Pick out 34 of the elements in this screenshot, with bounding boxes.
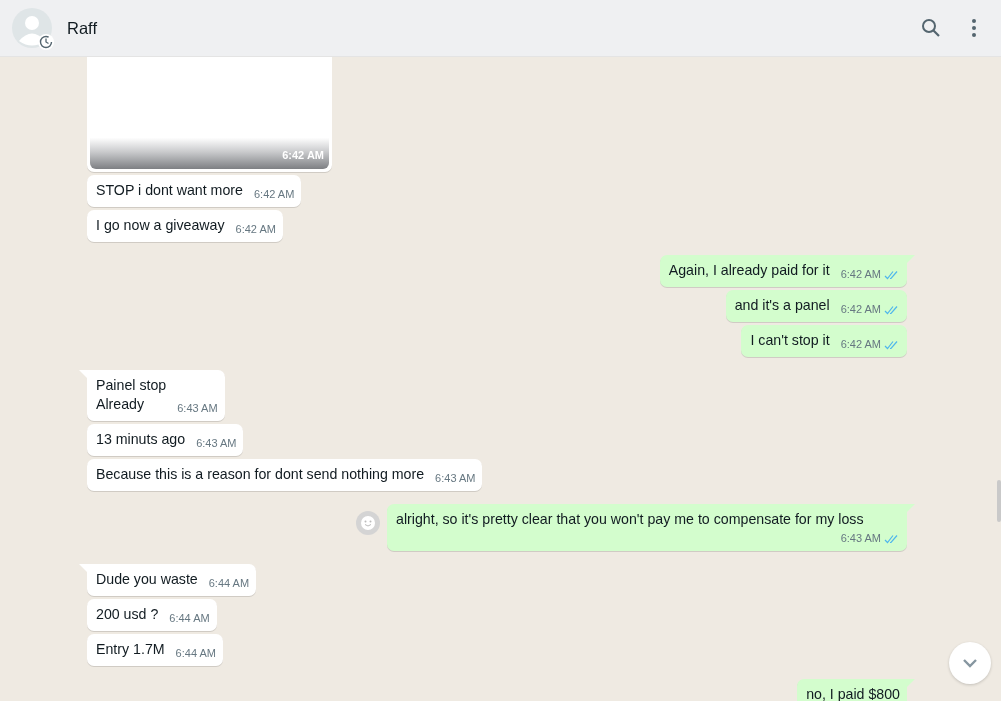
- message-time: 6:44 AM: [169, 611, 210, 626]
- message-text: 200 usd ?: [96, 605, 159, 624]
- message-text: I can't stop it: [750, 331, 830, 350]
- message-text: Because this is a reason for dont send nothing more: [96, 465, 425, 484]
- message-text: Entry 1.7M: [96, 640, 165, 659]
- message-text: STOP i dont want more: [96, 181, 243, 200]
- image-message[interactable]: 6:42 AM: [87, 57, 332, 172]
- message-time: 6:42 AM: [235, 222, 276, 237]
- search-icon[interactable]: [921, 18, 941, 38]
- message-text: I go now a giveaway: [96, 216, 225, 235]
- message-time: 6:43 AM: [435, 471, 476, 486]
- message-time: 6:44 AM: [175, 646, 216, 661]
- emoji-icon[interactable]: [356, 510, 380, 535]
- message-text: alright, so it's pretty clear that you won't pay me to compensate for my loss: [396, 510, 865, 529]
- message-text: and it's a panel: [734, 296, 830, 315]
- message-time: 6:42 AM: [840, 337, 881, 352]
- message-time: 6:42 AM: [282, 148, 324, 163]
- contact-avatar[interactable]: [12, 8, 56, 52]
- message-time: 6:44 AM: [208, 576, 250, 591]
- message-text: Again, I already paid for it: [668, 261, 830, 280]
- message-text: Painel stop Already: [96, 376, 167, 414]
- message-time: 6:43 AM: [177, 401, 218, 416]
- scroll-down-button[interactable]: [949, 642, 991, 684]
- message-time: 6:43 AM: [196, 436, 237, 451]
- contact-name: Raff: [67, 18, 97, 38]
- message-text: Dude you waste: [96, 570, 198, 589]
- message-time: 6:42 AM: [840, 302, 881, 317]
- message-time: 6:42 AM: [840, 267, 881, 282]
- scrollbar-thumb[interactable]: [997, 480, 1001, 522]
- chevron-down-icon: [962, 658, 978, 668]
- menu-icon[interactable]: [971, 18, 977, 38]
- message-text: 13 minuts ago: [96, 430, 186, 449]
- message-time: 6:42 AM: [253, 187, 295, 202]
- message-time: 6:43 AM: [840, 531, 881, 546]
